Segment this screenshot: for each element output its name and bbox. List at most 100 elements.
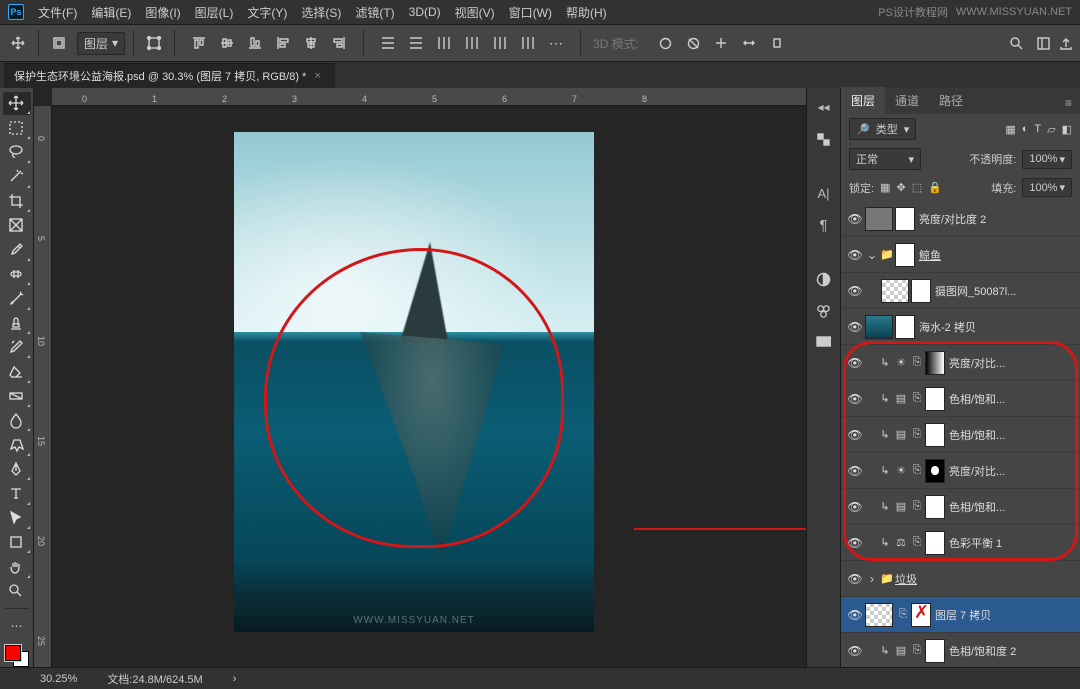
frame-tool[interactable] bbox=[3, 214, 31, 237]
layer-mask[interactable] bbox=[925, 495, 945, 519]
type-tool[interactable] bbox=[3, 482, 31, 505]
eraser-tool[interactable] bbox=[3, 360, 31, 383]
3d-slide-icon[interactable] bbox=[737, 32, 761, 54]
styles-panel-icon[interactable] bbox=[813, 300, 835, 322]
character-panel-icon[interactable]: A| bbox=[813, 182, 835, 204]
menu-3d[interactable]: 3D(D) bbox=[409, 5, 441, 19]
color-swatch[interactable] bbox=[5, 645, 29, 667]
share-icon[interactable] bbox=[1059, 36, 1074, 51]
filter-type-icon[interactable]: T bbox=[1034, 123, 1041, 135]
layer-mask[interactable] bbox=[911, 279, 931, 303]
filter-adjust-icon[interactable]: ◐ bbox=[1022, 123, 1029, 135]
3d-orbit-icon[interactable] bbox=[653, 32, 677, 54]
foreground-color[interactable] bbox=[5, 645, 21, 661]
expand-panels-icon[interactable]: ◂◂ bbox=[813, 96, 835, 118]
eyedropper-tool[interactable] bbox=[3, 238, 31, 261]
3d-zoom-icon[interactable] bbox=[765, 32, 789, 54]
doc-info-more-icon[interactable]: › bbox=[233, 673, 237, 685]
layer-mask[interactable] bbox=[925, 423, 945, 447]
move-tool[interactable] bbox=[3, 92, 31, 115]
layer-row[interactable]: 👁 ↳ ☀ ⎘ 亮度/对比... bbox=[841, 453, 1080, 489]
layer-name[interactable]: 色彩平衡 1 bbox=[949, 535, 1076, 551]
visibility-icon[interactable]: 👁 bbox=[845, 248, 865, 262]
layer-row[interactable]: 👁 ↳ ▤ ⎘ 色相/饱和度 2 bbox=[841, 633, 1080, 667]
magic-wand-tool[interactable] bbox=[3, 165, 31, 188]
menu-filter[interactable]: 滤镜(T) bbox=[355, 4, 394, 21]
layer-list[interactable]: 👁 亮度/对比度 2 👁 ⌄ 📁 鲸鱼 👁 摄图网_50087l... bbox=[841, 201, 1080, 667]
layer-name[interactable]: 色相/饱和... bbox=[949, 499, 1076, 515]
layer-row[interactable]: 👁 ↳ ▤ ⎘ 色相/饱和... bbox=[841, 417, 1080, 453]
layer-name[interactable]: 色相/饱和... bbox=[949, 427, 1076, 443]
layer-name[interactable]: 色相/饱和... bbox=[949, 391, 1076, 407]
menu-image[interactable]: 图像(I) bbox=[145, 4, 180, 21]
lock-all-icon[interactable]: 🔒 bbox=[928, 181, 942, 194]
visibility-icon[interactable]: 👁 bbox=[845, 608, 865, 622]
visibility-icon[interactable]: 👁 bbox=[845, 320, 865, 334]
layer-mask[interactable] bbox=[925, 531, 945, 555]
tab-paths[interactable]: 路径 bbox=[929, 87, 973, 114]
zoom-value[interactable]: 30.25% bbox=[40, 673, 77, 685]
layer-mask[interactable] bbox=[925, 351, 945, 375]
pen-tool[interactable] bbox=[3, 458, 31, 481]
healing-tool[interactable] bbox=[3, 263, 31, 286]
distribute-2-icon[interactable] bbox=[404, 32, 428, 54]
layer-row[interactable]: 👁 ↳ ⚖ ⎘ 色彩平衡 1 bbox=[841, 525, 1080, 561]
visibility-icon[interactable]: 👁 bbox=[845, 644, 865, 658]
layer-name[interactable]: 图层 7 拷贝 bbox=[935, 607, 1076, 623]
menu-window[interactable]: 窗口(W) bbox=[509, 4, 552, 21]
menu-select[interactable]: 选择(S) bbox=[301, 4, 341, 21]
layer-row[interactable]: 👁 ⎘ ✗ 图层 7 拷贝 bbox=[841, 597, 1080, 633]
lock-pixels-icon[interactable]: ▦ bbox=[880, 181, 890, 194]
canvas-area[interactable]: 012345678 0510152025 WWW.MISSYUAN.NET bbox=[34, 88, 806, 667]
menu-type[interactable]: 文字(Y) bbox=[247, 4, 287, 21]
menu-layer[interactable]: 图层(L) bbox=[195, 4, 234, 21]
doc-info[interactable]: 文档:24.8M/624.5M bbox=[107, 671, 202, 687]
swatches-panel-icon[interactable] bbox=[813, 332, 835, 354]
stamp-tool[interactable] bbox=[3, 312, 31, 335]
transform-controls-icon[interactable] bbox=[142, 32, 166, 54]
layer-row[interactable]: 👁 摄图网_50087l... bbox=[841, 273, 1080, 309]
align-right-icon[interactable] bbox=[327, 32, 351, 54]
group-toggle-icon[interactable]: › bbox=[865, 572, 879, 586]
layer-row[interactable]: 👁 海水-2 拷贝 bbox=[841, 309, 1080, 345]
distribute-3-icon[interactable] bbox=[432, 32, 456, 54]
lock-artboard-icon[interactable]: ⬚ bbox=[912, 181, 922, 194]
visibility-icon[interactable]: 👁 bbox=[845, 212, 865, 226]
layer-row[interactable]: 👁 ↳ ▤ ⎘ 色相/饱和... bbox=[841, 489, 1080, 525]
zoom-tool[interactable] bbox=[3, 580, 31, 603]
visibility-icon[interactable]: 👁 bbox=[845, 428, 865, 442]
gradient-tool[interactable] bbox=[3, 385, 31, 408]
brush-tool[interactable] bbox=[3, 287, 31, 310]
tab-channels[interactable]: 通道 bbox=[885, 87, 929, 114]
history-brush-tool[interactable] bbox=[3, 336, 31, 359]
visibility-icon[interactable]: 👁 bbox=[845, 500, 865, 514]
shape-tool[interactable] bbox=[3, 531, 31, 554]
auto-select-icon[interactable] bbox=[47, 32, 71, 54]
layer-row[interactable]: 👁 ↳ ▤ ⎘ 色相/饱和... bbox=[841, 381, 1080, 417]
distribute-6-icon[interactable] bbox=[516, 32, 540, 54]
opacity-input[interactable]: 100%▾ bbox=[1022, 150, 1072, 169]
menu-help[interactable]: 帮助(H) bbox=[566, 4, 607, 21]
layer-mask[interactable]: ✗ bbox=[911, 603, 931, 627]
layer-filter-type[interactable]: 🔎类型▾ bbox=[849, 118, 916, 140]
3d-roll-icon[interactable] bbox=[681, 32, 705, 54]
document-tab[interactable]: 保护生态环境公益海报.psd @ 30.3% (图层 7 拷贝, RGB/8) … bbox=[4, 63, 335, 88]
ruler-vertical[interactable]: 0510152025 bbox=[34, 106, 52, 667]
more-align-icon[interactable]: ⋯ bbox=[544, 32, 568, 54]
layer-name[interactable]: 海水-2 拷贝 bbox=[919, 319, 1076, 335]
visibility-icon[interactable]: 👁 bbox=[845, 572, 865, 586]
filter-shape-icon[interactable]: ▱ bbox=[1047, 123, 1055, 136]
layer-name[interactable]: 鲸鱼 bbox=[919, 247, 1076, 263]
layer-name[interactable]: 亮度/对比度 2 bbox=[919, 211, 1076, 227]
auto-select-dropdown[interactable]: 图层▾ bbox=[77, 32, 125, 55]
align-vcenter-icon[interactable] bbox=[215, 32, 239, 54]
layer-row[interactable]: 👁 亮度/对比度 2 bbox=[841, 201, 1080, 237]
group-toggle-icon[interactable]: ⌄ bbox=[865, 248, 879, 262]
filter-smart-icon[interactable]: ◧ bbox=[1062, 123, 1072, 136]
align-hcenter-icon[interactable] bbox=[299, 32, 323, 54]
layer-row[interactable]: 👁 ↳ ☀ ⎘ 亮度/对比... bbox=[841, 345, 1080, 381]
layer-name[interactable]: 垃圾 bbox=[895, 571, 1076, 587]
ruler-horizontal[interactable]: 012345678 bbox=[52, 88, 806, 106]
distribute-1-icon[interactable] bbox=[376, 32, 400, 54]
fill-input[interactable]: 100%▾ bbox=[1022, 178, 1072, 197]
